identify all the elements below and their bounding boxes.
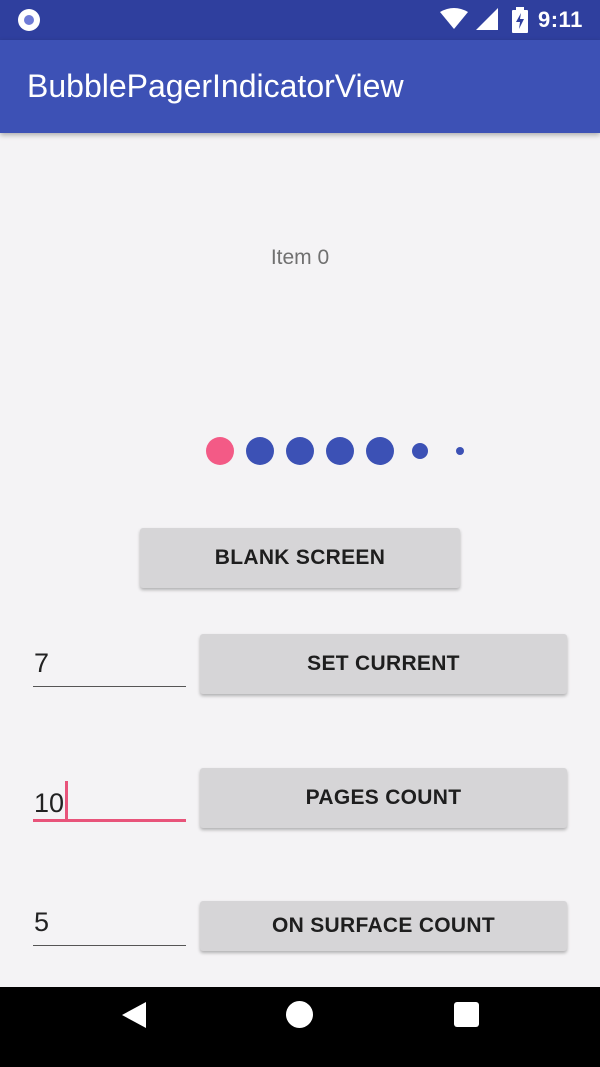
home-icon[interactable] bbox=[286, 1001, 313, 1028]
signal-icon bbox=[476, 8, 498, 30]
blank-screen-button[interactable]: Blank screen bbox=[140, 528, 460, 588]
back-icon[interactable] bbox=[122, 1002, 146, 1028]
text-cursor bbox=[65, 781, 69, 819]
pages-count-value: 10 bbox=[34, 788, 65, 818]
recents-icon[interactable] bbox=[454, 1002, 479, 1027]
indicator-dot-active[interactable] bbox=[206, 437, 234, 465]
current-page-field[interactable]: 7 bbox=[33, 644, 186, 687]
clock: 9:11 bbox=[538, 7, 583, 32]
notification-icon bbox=[18, 9, 40, 31]
on-surface-count-value: 5 bbox=[34, 907, 50, 937]
battery-icon bbox=[512, 7, 528, 33]
indicator-dot-tiny[interactable] bbox=[456, 447, 464, 455]
navigation-bar bbox=[0, 987, 600, 1067]
on-surface-count-field[interactable]: 5 bbox=[33, 903, 186, 946]
indicator-dot[interactable] bbox=[246, 437, 274, 465]
indicator-dot[interactable] bbox=[286, 437, 314, 465]
pager-item-label[interactable]: Item 0 bbox=[0, 246, 600, 270]
set-current-button[interactable]: Set current bbox=[200, 634, 567, 694]
indicator-dot[interactable] bbox=[326, 437, 354, 465]
pages-count-button[interactable]: Pages count bbox=[200, 768, 567, 828]
status-bar: 9:11 bbox=[0, 0, 600, 40]
wifi-icon bbox=[440, 8, 468, 29]
pages-count-field[interactable]: 10 bbox=[33, 777, 186, 822]
indicator-dot-small[interactable] bbox=[412, 443, 428, 459]
indicator-dot[interactable] bbox=[366, 437, 394, 465]
current-page-value: 7 bbox=[34, 648, 50, 678]
on-surface-count-button[interactable]: On surface count bbox=[200, 901, 567, 951]
app-bar: BubblePagerIndicatorView bbox=[0, 40, 600, 133]
app-title: BubblePagerIndicatorView bbox=[27, 68, 404, 104]
